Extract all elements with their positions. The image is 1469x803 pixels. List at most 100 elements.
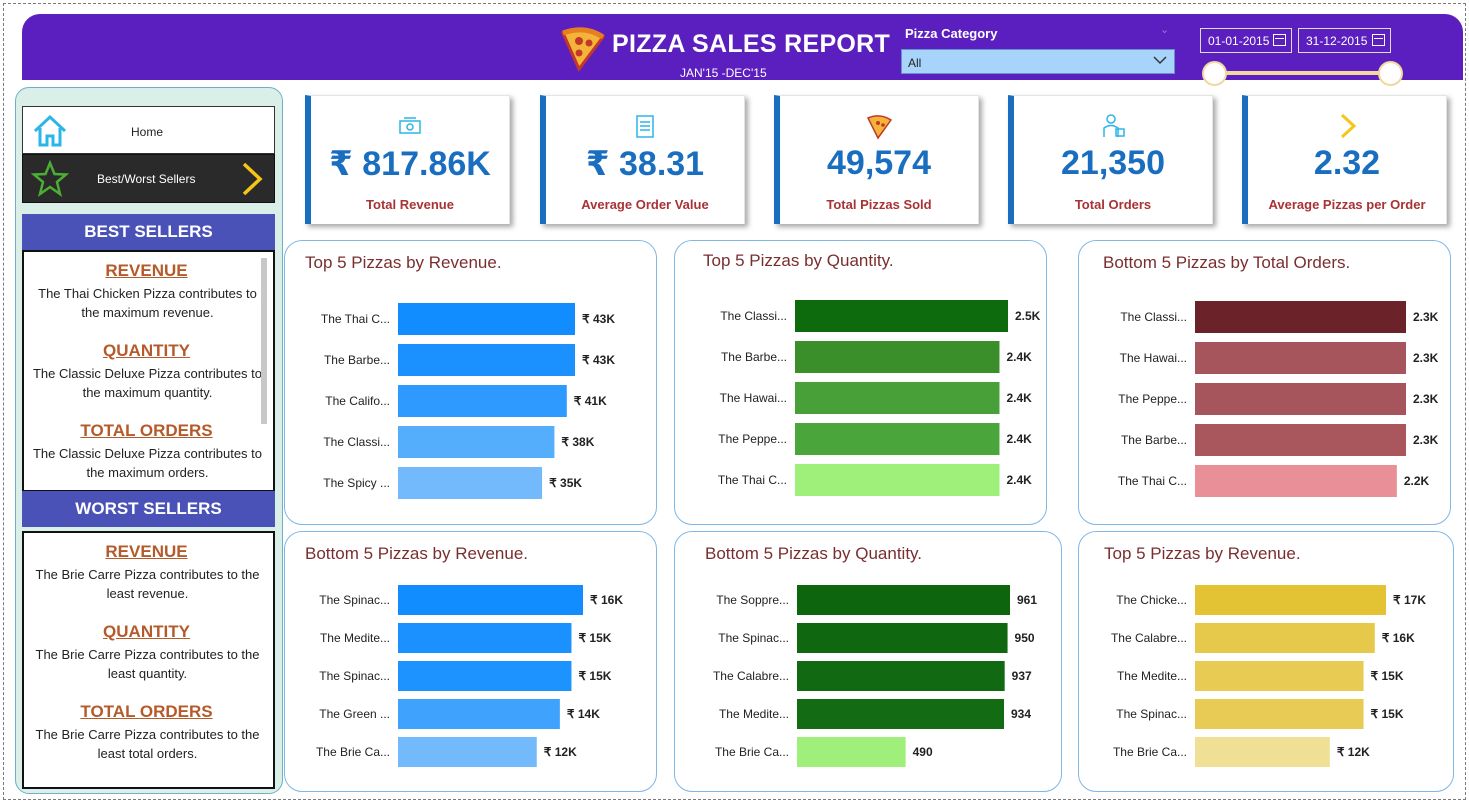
bar[interactable] [795, 464, 1000, 496]
kpi-label: Average Order Value [581, 197, 709, 212]
bar-category-label: The Peppe... [1118, 392, 1187, 406]
chart-top5-quantity: Top 5 Pizzas by Quantity. The Classi... 2… [674, 240, 1047, 525]
bar-value-label: 937 [1012, 669, 1032, 683]
bar[interactable] [1195, 737, 1330, 767]
bar-category-label: The Thai C... [1118, 474, 1187, 488]
bar[interactable] [797, 661, 1005, 691]
kpi-value: 2.32 [1313, 144, 1381, 182]
worst-revenue-text: The Brie Carre Pizza contributes to the … [35, 567, 260, 601]
bar-category-label: The Medite... [320, 631, 390, 645]
bar[interactable] [795, 423, 1000, 455]
bar[interactable] [797, 699, 1005, 729]
bar[interactable] [1195, 424, 1406, 456]
bar-value-label: ₹ 43K [582, 312, 615, 326]
bar-category-label: The Classi... [1120, 310, 1187, 324]
bar-category-label: The Calabre... [1111, 631, 1187, 645]
collapse-chevron-icon[interactable]: ⌄ [1160, 23, 1169, 36]
bar[interactable] [797, 585, 1010, 615]
bar[interactable] [398, 426, 555, 458]
bar-category-label: The Thai C... [321, 312, 390, 326]
bar-value-label: 2.3K [1413, 310, 1439, 324]
kpi-card-total-orders: 21,350 Total Orders [1008, 95, 1213, 224]
bar[interactable] [795, 341, 1000, 373]
worst-quantity-text: The Brie Carre Pizza contributes to the … [35, 647, 260, 681]
bar[interactable] [398, 344, 575, 376]
bar[interactable] [1195, 661, 1364, 691]
bar-category-label: The Spinac... [1116, 707, 1187, 721]
date-slider-start-handle[interactable] [1202, 61, 1227, 86]
bar[interactable] [795, 300, 1008, 332]
chevron-icon [1340, 113, 1357, 139]
bar-category-label: The Spinac... [718, 631, 789, 645]
bar[interactable] [1195, 465, 1397, 497]
bar-value-label: ₹ 38K [561, 435, 594, 449]
date-slider-end-handle[interactable] [1378, 61, 1403, 86]
bar-value-label: 2.4K [1006, 391, 1032, 405]
kpi-label: Total Revenue [366, 197, 454, 212]
star-icon [31, 160, 69, 197]
bar-value-label: 2.3K [1413, 392, 1439, 406]
bar[interactable] [398, 385, 567, 417]
bar-chart: The Spinac... ₹ 16K The Medite... ₹ 15K The … [316, 585, 623, 767]
best-orders-title: TOTAL ORDERS [80, 421, 213, 440]
category-dropdown[interactable]: All [901, 49, 1175, 74]
bar[interactable] [398, 661, 572, 691]
bar[interactable] [797, 623, 1008, 653]
kpi-value: 21,350 [1061, 144, 1165, 182]
bar[interactable] [398, 467, 543, 499]
report-subtitle: JAN'15 -DEC'15 [680, 66, 767, 80]
nav-best-worst-button[interactable]: Best/Worst Sellers [22, 154, 275, 203]
bar[interactable] [1195, 623, 1375, 653]
bar-category-label: The Barbe... [324, 353, 390, 367]
bar-category-label: The Hawai... [720, 391, 787, 405]
category-filter-label: Pizza Category [905, 26, 998, 41]
bar-category-label: The Brie Ca... [316, 745, 390, 759]
bar-category-label: The Peppe... [718, 432, 787, 446]
kpi-value: ₹ 38.31 [585, 145, 705, 183]
bar-category-label: The Barbe... [1121, 433, 1187, 447]
best-sellers-scrollbar[interactable] [261, 258, 267, 424]
money-icon [399, 117, 421, 134]
bar-value-label: 950 [1015, 631, 1035, 645]
bar[interactable] [398, 699, 560, 729]
best-sellers-box: REVENUE The Thai Chicken Pizza contribut… [22, 250, 275, 492]
date-range-slider-track[interactable] [1214, 71, 1390, 75]
bar-category-label: The Green ... [319, 707, 390, 721]
bar[interactable] [1195, 585, 1386, 615]
calendar-icon [1372, 34, 1385, 46]
bar-category-label: The Medite... [719, 707, 789, 721]
kpi-card-total-pizzas-sold: 49,574 Total Pizzas Sold [774, 95, 979, 224]
bar[interactable] [1195, 383, 1406, 415]
bar[interactable] [1195, 699, 1364, 729]
bar-category-label: The Brie Ca... [715, 745, 789, 759]
bar-value-label: ₹ 16K [590, 593, 623, 607]
bar-category-label: The Soppre... [716, 593, 789, 607]
bar-value-label: ₹ 12K [1337, 745, 1370, 759]
bar-category-label: The Calabre... [713, 669, 789, 683]
bar-value-label: 2.3K [1413, 351, 1439, 365]
date-from-input[interactable]: 01-01-2015 [1200, 28, 1292, 53]
best-quantity-text: The Classic Deluxe Pizza contributes to … [32, 366, 263, 400]
bar-value-label: 2.2K [1404, 474, 1430, 488]
best-sellers-header: BEST SELLERS [22, 214, 275, 250]
bar-category-label: The Hawai... [1120, 351, 1187, 365]
bar[interactable] [795, 382, 1000, 414]
bar-value-label: ₹ 43K [582, 353, 615, 367]
bar[interactable] [398, 585, 583, 615]
bar[interactable] [398, 303, 575, 335]
bar-category-label: The Spinac... [319, 593, 390, 607]
bar-value-label: 934 [1011, 707, 1031, 721]
bar-category-label: The Brie Ca... [1113, 745, 1187, 759]
bar[interactable] [1195, 342, 1406, 374]
date-to-input[interactable]: 31-12-2015 [1298, 28, 1391, 53]
worst-orders-text: The Brie Carre Pizza contributes to the … [35, 727, 260, 761]
chevron-down-icon [1153, 56, 1167, 65]
bar[interactable] [797, 737, 906, 767]
report-title: PIZZA SALES REPORT [612, 30, 891, 58]
bar[interactable] [1195, 301, 1406, 333]
nav-home-button[interactable]: Home [22, 106, 275, 154]
bar[interactable] [398, 737, 537, 767]
kpi-card-average-order-value: ₹ 38.31 Average Order Value [540, 95, 745, 224]
bar-category-label: The Medite... [1117, 669, 1187, 683]
bar[interactable] [398, 623, 572, 653]
